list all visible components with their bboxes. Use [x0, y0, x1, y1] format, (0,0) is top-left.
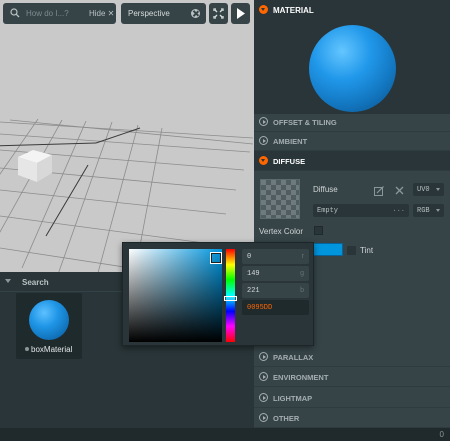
hide-help-button[interactable]: Hide ✕	[89, 9, 114, 18]
section-label: LIGHTMAP	[273, 394, 313, 403]
expand-icon	[259, 136, 268, 145]
green-value: 149	[247, 270, 260, 278]
close-icon: ✕	[105, 9, 115, 18]
expand-icon	[259, 372, 268, 381]
diffuse-label: Diffuse	[313, 185, 338, 194]
blue-key: b	[300, 287, 304, 294]
chevron-down-icon	[436, 188, 440, 191]
asset-name: boxMaterial	[25, 345, 72, 354]
material-preview	[254, 20, 450, 114]
material-sphere-icon	[29, 300, 69, 340]
green-field[interactable]: 149 g	[242, 266, 309, 281]
section-parallax[interactable]: PARALLAX	[254, 347, 450, 367]
diffuse-color-swatch[interactable]	[313, 243, 343, 256]
clear-icon[interactable]	[395, 186, 404, 195]
tint-label: Tint	[360, 246, 374, 255]
chevron-down-icon	[436, 209, 440, 212]
fullscreen-icon	[213, 8, 224, 19]
material-preview-sphere	[309, 25, 396, 112]
help-search-box[interactable]: How do I...? Hide ✕	[3, 3, 116, 24]
expand-icon	[259, 413, 268, 422]
expand-icon	[259, 117, 268, 126]
section-label: OTHER	[273, 414, 300, 423]
search-icon	[10, 8, 20, 18]
expand-icon	[259, 393, 268, 402]
blue-value: 221	[247, 287, 260, 295]
collapse-arrow-icon[interactable]	[5, 279, 11, 283]
camera-select[interactable]: Perspective	[121, 3, 206, 24]
section-lightmap[interactable]: LIGHTMAP	[254, 388, 450, 408]
section-label: DIFFUSE	[273, 157, 306, 166]
section-label: OFFSET & TILING	[273, 118, 337, 127]
section-label: AMBIENT	[273, 137, 308, 146]
edit-icon[interactable]	[374, 186, 384, 196]
section-other[interactable]: OTHER	[254, 408, 450, 428]
help-search-placeholder[interactable]: How do I...?	[26, 9, 69, 18]
section-environment[interactable]: ENVIRONMENT	[254, 367, 450, 387]
red-key: r	[301, 253, 304, 260]
section-label: PARALLAX	[273, 353, 314, 362]
collapse-icon[interactable]	[259, 5, 268, 14]
launch-button[interactable]	[231, 3, 250, 24]
hide-label: Hide	[89, 9, 106, 18]
saturation-value-area[interactable]	[129, 249, 222, 342]
hex-value: 0095DD	[247, 304, 273, 312]
channels-select[interactable]: RGB	[413, 204, 444, 217]
blue-field[interactable]: 221 b	[242, 283, 309, 298]
status-bar: 0	[0, 428, 450, 441]
section-diffuse[interactable]: DIFFUSE	[254, 151, 450, 171]
color-picker: 0 r 149 g 221 b 0095DD	[122, 242, 314, 346]
collapse-icon	[259, 156, 268, 165]
tint-checkbox[interactable]	[347, 246, 356, 255]
play-icon	[237, 8, 245, 19]
hex-field[interactable]: 0095DD	[242, 300, 309, 315]
box-model[interactable]	[18, 150, 52, 182]
texture-value: Empty	[317, 207, 339, 215]
section-ambient[interactable]: AMBIENT	[254, 131, 450, 151]
expand-icon	[259, 352, 268, 361]
red-value: 0	[247, 253, 252, 261]
texture-field[interactable]: Empty ...	[313, 204, 409, 217]
material-header[interactable]: MATERIAL	[254, 0, 450, 20]
red-field[interactable]: 0 r	[242, 249, 309, 264]
vertex-color-checkbox[interactable]	[314, 226, 323, 235]
viewport-grid	[0, 118, 254, 272]
material-title: MATERIAL	[273, 6, 314, 15]
assets-search-label[interactable]: Search	[22, 278, 49, 287]
saturation-value-handle[interactable]	[210, 252, 222, 264]
uv-channel-select[interactable]: UV0	[413, 183, 444, 196]
asset-item[interactable]: boxMaterial	[16, 293, 82, 359]
uv-channel-value: UV0	[417, 186, 430, 194]
viewport[interactable]: How do I...? Hide ✕ Perspective	[0, 0, 254, 272]
section-offset-tiling[interactable]: OFFSET & TILING	[254, 112, 450, 132]
camera-label: Perspective	[128, 9, 170, 18]
section-label: ENVIRONMENT	[273, 373, 329, 382]
vertex-color-label: Vertex Color	[259, 227, 304, 236]
inspector-panel: MATERIAL OFFSET & TILING AMBIENT DIFFUSE…	[254, 0, 450, 441]
clear-camera-icon[interactable]	[191, 9, 200, 18]
texture-browse-button[interactable]: ...	[392, 206, 405, 214]
green-key: g	[300, 270, 304, 277]
channels-value: RGB	[417, 207, 430, 215]
fullscreen-button[interactable]	[209, 3, 228, 24]
status-count: 0	[439, 430, 444, 439]
hue-slider-handle[interactable]	[224, 296, 237, 301]
texture-slot[interactable]	[260, 179, 300, 219]
